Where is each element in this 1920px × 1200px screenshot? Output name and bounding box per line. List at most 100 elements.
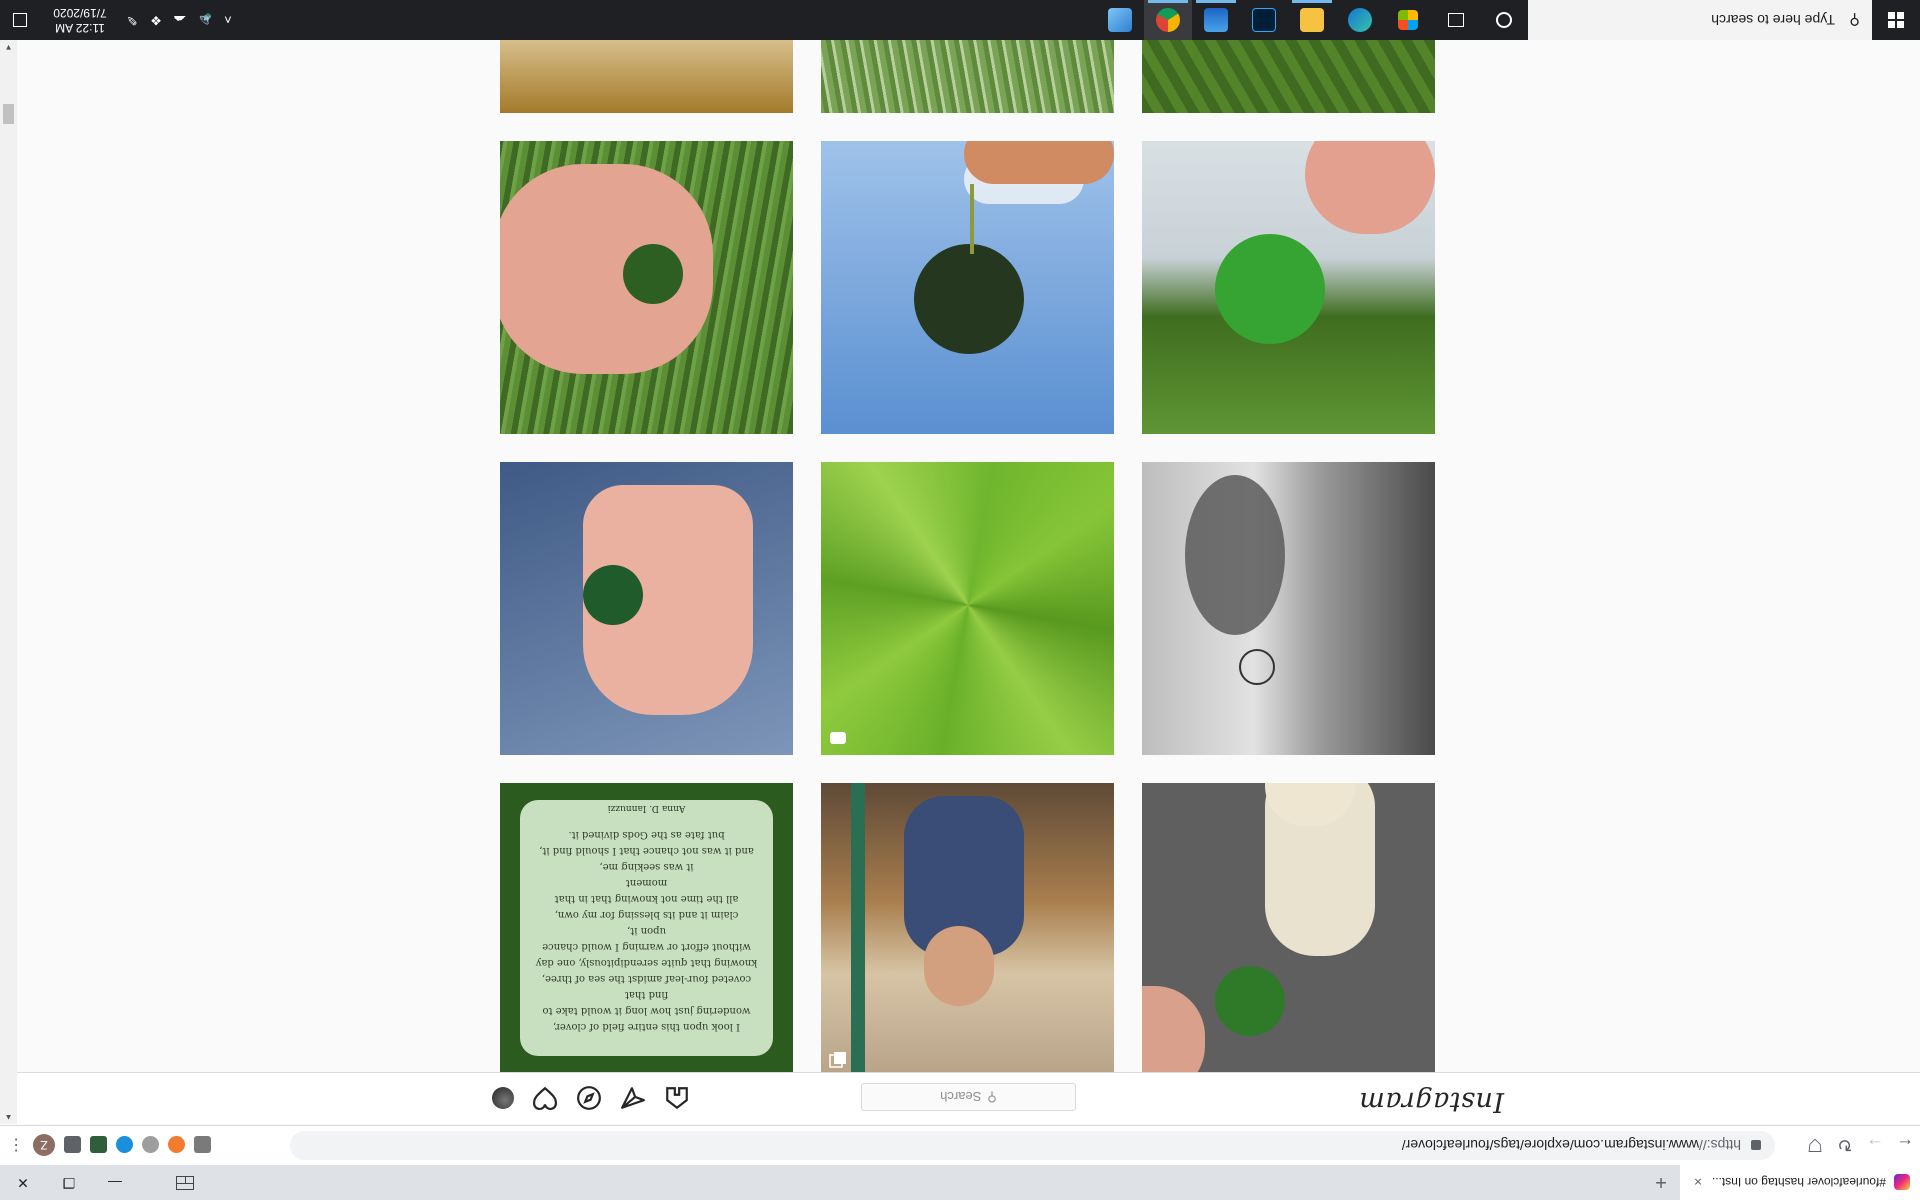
explore-content: I look upon this entire field of clover,… [17, 40, 1920, 1072]
poem-line: wondering just how long it would take to… [542, 989, 751, 1016]
profile-avatar[interactable]: Z [33, 1134, 55, 1156]
stem-shape [970, 184, 974, 254]
clock-time: 11:22 AM [55, 21, 105, 35]
moth-tattoo-shape [1185, 475, 1285, 635]
clover-shape [1215, 966, 1285, 1036]
photoshop-icon[interactable] [1240, 0, 1288, 40]
hand-shape [1142, 986, 1205, 1072]
chrome-icon[interactable] [1144, 0, 1192, 40]
post-clover-field[interactable] [821, 40, 1114, 113]
extension-shield-icon[interactable]: ⛉ [1800, 1131, 1830, 1161]
menu-icon[interactable]: ⋮ [8, 1135, 24, 1155]
back-arrow-icon[interactable]: ← [1890, 1131, 1920, 1161]
search-icon: ⚲ [1849, 11, 1860, 28]
taskbar-clock[interactable]: 11:22 AM 7/19/2020 [40, 5, 120, 35]
photos-icon[interactable] [1192, 0, 1240, 40]
search-placeholder: Search [940, 1089, 982, 1105]
poem-line: I look upon this entire field of clover, [552, 1021, 741, 1032]
post-fist-clover[interactable] [500, 462, 793, 755]
search-icon: ⚲ [987, 1090, 997, 1105]
poem-line: claim it and its blessing for my own, [554, 909, 739, 920]
poem-card: I look upon this entire field of clover,… [520, 800, 773, 1056]
poem-line: but fate as the Gods divined it. [568, 829, 725, 840]
arm-shape [1142, 462, 1435, 755]
close-tab-icon[interactable]: × [1690, 1175, 1706, 1191]
post-clover-leaves[interactable] [1142, 40, 1435, 113]
start-button[interactable] [1872, 0, 1920, 40]
extension-orange-icon[interactable] [168, 1136, 185, 1154]
notification-center-icon[interactable] [0, 0, 40, 40]
microsoft-store-icon[interactable] [1384, 0, 1432, 40]
nav-icons [492, 1084, 690, 1112]
post-clover-cat[interactable] [1142, 141, 1435, 434]
window-controls: — ❐ ✕ [0, 1165, 138, 1200]
post-clover-grass[interactable] [500, 141, 793, 434]
url-text: www.instagram.com/explore/tags/fourleafc… [1401, 1137, 1699, 1154]
post-kid-classroom[interactable] [821, 783, 1114, 1072]
search-input[interactable]: ⚲ Search [861, 1083, 1076, 1111]
post-dog-clover[interactable] [1142, 783, 1435, 1072]
activity-heart-icon[interactable] [532, 1085, 558, 1111]
explore-icon[interactable] [576, 1085, 602, 1111]
instagram-favicon-icon [1894, 1174, 1910, 1191]
minimize-button[interactable]: — [92, 1165, 138, 1200]
url-scheme: https:// [1698, 1137, 1741, 1154]
origami-shape [821, 462, 1114, 755]
scroll-up-arrow-icon[interactable]: ▲ [0, 1110, 17, 1124]
direct-icon[interactable] [620, 1085, 646, 1111]
scroll-down-arrow-icon[interactable]: ▼ [0, 40, 17, 54]
file-explorer-icon[interactable] [1288, 0, 1336, 40]
cortana-icon[interactable] [1480, 0, 1528, 40]
profile-avatar-icon[interactable] [492, 1087, 514, 1109]
volume-icon[interactable]: 🔈 [192, 12, 216, 28]
reload-icon[interactable]: ↻ [1830, 1131, 1860, 1161]
home-icon[interactable] [664, 1085, 690, 1111]
edge-icon[interactable] [1336, 0, 1384, 40]
forward-arrow-icon[interactable]: → [1860, 1131, 1890, 1161]
pen-icon[interactable]: ✎ [120, 12, 144, 28]
chevron-up-icon[interactable]: ˄ [216, 13, 240, 28]
poem-line: all the time not knowing that in that mo… [554, 877, 739, 904]
post-clover-tattoo[interactable] [1142, 462, 1435, 755]
clock-date: 7/19/2020 [53, 6, 107, 20]
tab-title: #fourleafclover hashtag on Inst... [1711, 1175, 1886, 1190]
windows-logo-icon [1888, 12, 1904, 28]
poem-author: Anna D. Iannuzzi [607, 803, 686, 813]
post-poem-card[interactable]: I look upon this entire field of clover,… [500, 783, 793, 1072]
desktop-screen: #fourleafclover hashtag on Inst... × + —… [0, 0, 1920, 1200]
hand-shape [964, 141, 1114, 184]
page-scrollbar[interactable]: ▲ ▼ [0, 40, 17, 1124]
instagram-logo[interactable]: Instagram [1359, 1086, 1504, 1117]
clover-tattoo-shape [1239, 649, 1275, 685]
close-window-button[interactable]: ✕ [0, 1165, 46, 1200]
onedrive-icon[interactable]: ☁ [168, 12, 192, 28]
post-origami-clover[interactable] [821, 462, 1114, 755]
face-shape [924, 926, 994, 1006]
extension-blue-icon[interactable] [116, 1136, 133, 1154]
poem-line: and it was not chance that I should find… [539, 845, 754, 856]
post-clover-sign[interactable] [500, 40, 793, 113]
post-clover-sky[interactable] [821, 141, 1114, 434]
new-tab-button[interactable]: + [1648, 1169, 1674, 1195]
poem-line: it was seeking me, [599, 861, 694, 872]
extension-area: Z ⋮ [0, 1125, 211, 1165]
clover-shape [623, 244, 683, 304]
system-tray: ˄ 🔈 ☁ ❖ ✎ 11:22 AM 7/19/2020 [0, 0, 240, 40]
extension-dollar-icon[interactable] [90, 1136, 107, 1154]
clover-shape [1215, 234, 1325, 344]
tab-search-icon[interactable] [176, 1176, 194, 1190]
restore-button[interactable]: ❐ [46, 1165, 92, 1200]
extension-g-icon[interactable] [194, 1136, 211, 1154]
puzzle-icon[interactable] [64, 1136, 81, 1154]
control-panel-icon[interactable] [1096, 0, 1144, 40]
task-view-icon[interactable] [1432, 0, 1480, 40]
tab-instagram[interactable]: #fourleafclover hashtag on Inst... × [1680, 1165, 1920, 1200]
scroll-thumb[interactable] [3, 104, 14, 124]
clover-shape [583, 565, 643, 625]
pole-shape [851, 783, 865, 1072]
taskbar-search-box[interactable]: ⚲ Type here to search [1528, 0, 1872, 40]
extension-grey-icon[interactable] [142, 1136, 159, 1154]
address-bar[interactable]: https:// www.instagram.com/explore/tags/… [290, 1131, 1775, 1160]
dropbox-icon[interactable]: ❖ [144, 12, 168, 28]
poem-line: knowing that quite serendipitously, one … [535, 957, 758, 968]
